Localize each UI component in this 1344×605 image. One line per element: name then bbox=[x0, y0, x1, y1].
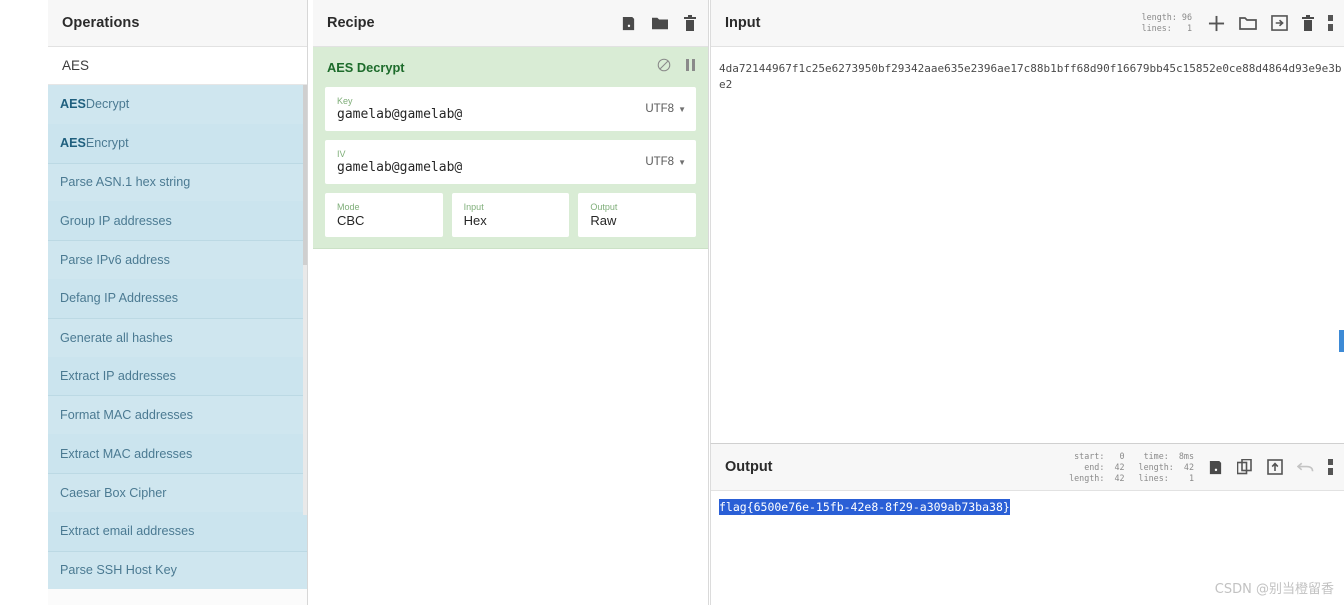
operation-item-label: Defang IP Addresses bbox=[60, 291, 179, 306]
save-icon[interactable] bbox=[1208, 460, 1223, 475]
arg-iv-encoding-select[interactable]: UTF8 ▼ bbox=[645, 156, 686, 168]
operations-category-aes[interactable]: AES bbox=[48, 47, 307, 85]
arg-key-value[interactable]: gamelab@gamelab@ bbox=[337, 107, 645, 123]
operation-item-label: Extract email addresses bbox=[60, 524, 195, 539]
operation-item-label: Parse IPv6 address bbox=[60, 253, 170, 268]
operation-list-item[interactable]: Group IP addresses bbox=[48, 201, 307, 241]
output-selected-text: flag{6500e76e-15fb-42e8-8f29-a309ab73ba3… bbox=[719, 499, 1010, 515]
cyberchef-app: Operations AES AES Decrypt AES Encrypt Par… bbox=[0, 0, 1344, 605]
operation-list-item[interactable]: Parse ASN.1 hex string bbox=[48, 162, 307, 202]
operation-list-item[interactable]: Defang IP Addresses bbox=[48, 278, 307, 318]
recipe-operation-aes-decrypt[interactable]: AES Decrypt Key gamelab@gamelab@ UTF8 ▼ … bbox=[313, 47, 708, 249]
maximise-icon[interactable] bbox=[1328, 459, 1338, 475]
operation-item-label: Generate all hashes bbox=[60, 330, 173, 345]
arg-output-format-select[interactable]: Output Raw bbox=[578, 193, 697, 237]
operation-list-item[interactable]: Parse IPv6 address bbox=[48, 240, 307, 279]
recipe-panel: Recipe AES Decrypt Key gamelab@gamelab@ … bbox=[313, 0, 709, 605]
chevron-down-icon: ▼ bbox=[678, 157, 686, 167]
arg-key-encoding-select[interactable]: UTF8 ▼ bbox=[645, 103, 686, 115]
output-header: Output start: 0 end: 42 length: 42 time:… bbox=[711, 444, 1344, 491]
pause-icon[interactable] bbox=[685, 58, 696, 77]
input-title: Input bbox=[725, 15, 761, 31]
arg-output-label: Output bbox=[590, 202, 618, 212]
columns-icon[interactable] bbox=[1328, 15, 1338, 31]
operation-item-label: Caesar Box Cipher bbox=[60, 485, 167, 500]
output-stats-meta: time: 8ms length: 42 lines: 1 bbox=[1138, 450, 1194, 483]
operation-list-item[interactable]: Parse SSH Host Key bbox=[48, 550, 307, 590]
arg-key[interactable]: Key gamelab@gamelab@ UTF8 ▼ bbox=[325, 87, 696, 131]
operations-category-label: AES bbox=[62, 58, 90, 73]
operation-item-label: Parse ASN.1 hex string bbox=[60, 175, 191, 190]
output-stats-selection: start: 0 end: 42 length: 42 bbox=[1069, 450, 1125, 483]
trash-icon[interactable] bbox=[684, 15, 696, 31]
arg-iv-value[interactable]: gamelab@gamelab@ bbox=[337, 160, 645, 176]
recipe-header: Recipe bbox=[313, 0, 708, 47]
arg-mode-label: Mode bbox=[337, 202, 360, 212]
operation-list-item[interactable]: Extract IP addresses bbox=[48, 356, 307, 396]
operation-title-row: AES Decrypt bbox=[313, 47, 708, 87]
input-scrollbar-thumb[interactable] bbox=[1339, 330, 1344, 352]
folder-icon[interactable] bbox=[1239, 16, 1257, 31]
operation-list-item[interactable]: Generate all hashes bbox=[48, 317, 307, 357]
arg-iv-encoding-label: UTF8 bbox=[645, 156, 675, 168]
chevron-down-icon: ▼ bbox=[678, 104, 686, 114]
input-panel: Input length: 96 lines: 1 4da72144967f1c… bbox=[710, 0, 1344, 443]
operations-list: AES Decrypt AES Encrypt Parse ASN.1 hex st… bbox=[48, 85, 307, 590]
operations-title: Operations bbox=[62, 15, 140, 31]
arg-mode-value: CBC bbox=[337, 213, 365, 228]
operation-item-label: Format MAC addresses bbox=[60, 408, 193, 423]
disable-icon[interactable] bbox=[657, 58, 671, 77]
arg-iv[interactable]: IV gamelab@gamelab@ UTF8 ▼ bbox=[325, 140, 696, 184]
undo-icon bbox=[1297, 460, 1314, 474]
recipe-title: Recipe bbox=[327, 15, 375, 31]
operations-panel: Operations AES AES Decrypt AES Encrypt Par… bbox=[48, 0, 308, 605]
save-icon[interactable] bbox=[621, 16, 636, 31]
input-stats: length: 96 lines: 1 bbox=[1141, 12, 1192, 33]
operation-list-item[interactable]: Caesar Box Cipher bbox=[48, 472, 307, 512]
output-title: Output bbox=[725, 459, 773, 475]
operation-item-label: Decrypt bbox=[85, 97, 130, 112]
operation-item-match: AES bbox=[60, 136, 86, 151]
arg-output-value: Raw bbox=[590, 213, 617, 228]
operation-list-item[interactable]: Extract email addresses bbox=[48, 511, 307, 551]
folder-icon[interactable] bbox=[652, 16, 668, 31]
operation-item-label: Extract MAC addresses bbox=[60, 446, 193, 461]
operation-list-item[interactable]: Extract MAC addresses bbox=[48, 434, 307, 473]
operation-item-label: Extract IP addresses bbox=[60, 368, 176, 383]
arg-input-label: Input bbox=[463, 202, 484, 212]
arg-key-label: Key bbox=[337, 96, 353, 106]
plus-icon[interactable] bbox=[1208, 15, 1225, 32]
operation-item-label: Parse SSH Host Key bbox=[60, 563, 177, 578]
trash-icon[interactable] bbox=[1302, 15, 1314, 31]
arg-input-value: Hex bbox=[463, 213, 487, 228]
operations-header: Operations bbox=[48, 0, 307, 47]
output-textarea[interactable]: flag{6500e76e-15fb-42e8-8f29-a309ab73ba3… bbox=[711, 491, 1344, 515]
operation-item-label: Group IP addresses bbox=[60, 213, 172, 228]
arg-key-encoding-label: UTF8 bbox=[645, 103, 675, 115]
input-header: Input length: 96 lines: 1 bbox=[711, 0, 1344, 47]
operation-item-match: AES bbox=[60, 97, 86, 112]
arg-iv-label: IV bbox=[337, 149, 346, 159]
input-textarea[interactable]: 4da72144967f1c25e6273950bf29342aae635e23… bbox=[711, 47, 1344, 93]
arg-mode-select[interactable]: Mode CBC bbox=[325, 193, 443, 237]
bake-to-input-icon[interactable] bbox=[1267, 459, 1283, 475]
import-icon[interactable] bbox=[1271, 15, 1288, 31]
operations-scrollbar-thumb[interactable] bbox=[303, 85, 307, 265]
operation-name: AES Decrypt bbox=[327, 59, 405, 75]
operation-list-item[interactable]: Format MAC addresses bbox=[48, 395, 307, 434]
watermark: CSDN @别当橙留香 bbox=[1214, 582, 1334, 597]
operation-list-item[interactable]: AES Encrypt bbox=[48, 123, 307, 163]
operation-list-item[interactable]: AES Decrypt bbox=[48, 85, 307, 124]
copy-icon[interactable] bbox=[1237, 459, 1253, 475]
operation-item-label: Encrypt bbox=[85, 136, 129, 151]
arg-input-format-select[interactable]: Input Hex bbox=[451, 193, 570, 237]
